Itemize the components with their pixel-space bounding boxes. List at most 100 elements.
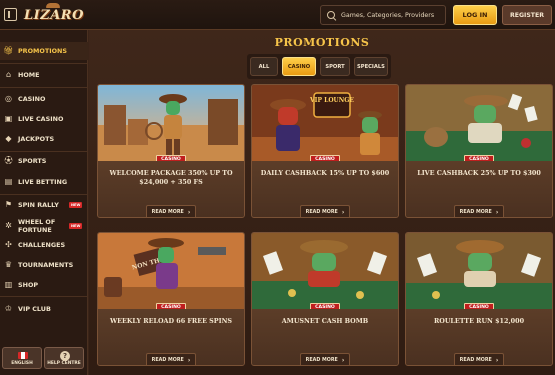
logo-text: LIZARO: [24, 7, 84, 23]
help-centre-button[interactable]: ? HELP CENTRE: [44, 347, 84, 369]
sidebar-item-wheel-of-fortune[interactable]: ✲ WHEEL OF FORTUNE NEW: [0, 215, 88, 237]
search-icon: [327, 10, 336, 20]
promo-card-amusnet-cash-bomb[interactable]: CASINO AMUSNET CASH BOMB READ MORE ›: [251, 232, 399, 366]
divider: [0, 63, 88, 64]
sidebar-item-promotions[interactable]: 🎁︎ PROMOTIONS: [0, 42, 88, 60]
read-more-label: READ MORE: [151, 209, 184, 215]
language-label: ENGLISH: [11, 361, 33, 366]
tab-specials[interactable]: SPECIALS: [354, 57, 388, 76]
tab-all[interactable]: ALL: [250, 57, 278, 76]
promo-card-weekly-reload[interactable]: NON THU CASINO WEEKLY RELOAD 66 FREE SPI…: [97, 232, 245, 366]
chevron-right-icon: ›: [187, 356, 191, 364]
card-title: WEEKLY RELOAD 66 FREE SPINS: [109, 317, 233, 325]
search-box[interactable]: [320, 5, 446, 25]
sidebar-item-label: HOME: [18, 71, 40, 79]
read-more-button[interactable]: READ MORE ›: [300, 353, 350, 365]
chevron-right-icon: ›: [341, 356, 345, 364]
help-label: HELP CENTRE: [47, 361, 81, 366]
card-body: WEEKLY RELOAD 66 FREE SPINS READ MORE ›: [98, 309, 244, 365]
card-body: ROULETTE RUN $12,000 READ MORE ›: [406, 309, 552, 365]
read-more-button[interactable]: READ MORE ›: [300, 205, 350, 217]
wheel-icon: ✲: [5, 221, 12, 230]
card-body: AMUSNET CASH BOMB READ MORE ›: [252, 309, 398, 365]
promo-card-welcome-package[interactable]: CASINO WELCOME PACKAGE 350% UP TO $24,00…: [97, 84, 245, 218]
sidebar-item-label: JACKPOTS: [18, 135, 55, 143]
trophy-icon: ♛: [4, 260, 13, 269]
read-more-button[interactable]: READ MORE ›: [146, 353, 196, 365]
sidebar-item-sports[interactable]: ⚽︎ SPORTS: [0, 152, 88, 170]
chevron-right-icon: ›: [187, 208, 191, 216]
flag-icon: [18, 352, 28, 359]
read-more-button[interactable]: READ MORE ›: [454, 353, 504, 365]
sidebar-item-live-betting[interactable]: ▤ LIVE BETTING: [0, 173, 88, 191]
card-title: DAILY CASHBACK 15% UP TO $600: [260, 169, 390, 177]
sidebar-toggle-icon[interactable]: [4, 8, 17, 21]
card-body: WELCOME PACKAGE 350% UP TO $24,000 + 350…: [98, 161, 244, 217]
language-button[interactable]: ENGLISH: [2, 347, 42, 369]
card-title: ROULETTE RUN $12,000: [433, 317, 525, 325]
casino-chip-icon: ◎: [5, 94, 12, 103]
sidebar-item-jackpots[interactable]: ◆ JACKPOTS: [0, 130, 88, 148]
register-button[interactable]: REGISTER: [502, 5, 552, 25]
card-title: LIVE CASHBACK 25% UP TO $300: [417, 169, 541, 177]
sidebar-item-challenges[interactable]: ✣ CHALLENGES: [0, 236, 88, 254]
jackpot-icon: ◆: [5, 134, 12, 143]
sidebar-item-label: LIVE CASINO: [18, 115, 64, 123]
new-badge: NEW: [69, 202, 83, 208]
sidebar-item-shop[interactable]: ▥ SHOP: [0, 276, 88, 294]
card-sign-text: VIP LOUNGE: [309, 97, 354, 104]
read-more-label: READ MORE: [151, 357, 184, 363]
card-body: LIVE CASHBACK 25% UP TO $300 READ MORE ›: [406, 161, 552, 217]
divider: [0, 87, 88, 88]
filter-tabs: ALL CASINO SPORT SPECIALS: [247, 54, 391, 79]
sidebar-item-label: CHALLENGES: [18, 241, 66, 249]
promo-image: [98, 85, 244, 161]
sidebar-item-label: LIVE BETTING: [18, 178, 68, 186]
sidebar-item-tournaments[interactable]: ♛ TOURNAMENTS: [0, 256, 88, 274]
card-title: AMUSNET CASH BOMB: [281, 317, 369, 325]
page-title: PROMOTIONS: [274, 36, 370, 49]
divider: [0, 296, 88, 297]
sidebar-item-label: PROMOTIONS: [18, 47, 67, 55]
sidebar-item-spin-rally[interactable]: ⚑ SPIN RALLY NEW: [0, 196, 88, 214]
sidebar-item-home[interactable]: ⌂ HOME: [0, 66, 88, 84]
sidebar-item-label: WHEEL OF FORTUNE: [18, 218, 56, 234]
sidebar-item-casino[interactable]: ◎ CASINO: [0, 90, 88, 108]
chevron-right-icon: ›: [341, 208, 345, 216]
promo-image: NON THU: [98, 233, 244, 309]
help-icon: ?: [60, 351, 70, 361]
read-more-label: READ MORE: [459, 357, 492, 363]
sidebar-item-label: SPORTS: [18, 157, 47, 165]
promo-card-roulette-run[interactable]: CASINO ROULETTE RUN $12,000 READ MORE ›: [405, 232, 553, 366]
sidebar-item-label: CASINO: [18, 95, 46, 103]
logo[interactable]: LIZARO: [24, 3, 83, 27]
promo-card-live-cashback[interactable]: CASINO LIVE CASHBACK 25% UP TO $300 READ…: [405, 84, 553, 218]
sports-ball-icon: ⚽︎: [4, 156, 13, 165]
new-badge: NEW: [69, 223, 83, 229]
login-button[interactable]: LOG IN: [453, 5, 497, 25]
read-more-button[interactable]: READ MORE ›: [454, 205, 504, 217]
sidebar-item-live-casino[interactable]: ▣ LIVE CASINO: [0, 110, 88, 128]
sidebar-item-vip-club[interactable]: ♔ VIP CLUB: [0, 300, 88, 318]
tab-sport[interactable]: SPORT: [320, 57, 350, 76]
header: LIZARO LOG IN REGISTER: [0, 0, 555, 30]
live-casino-icon: ▣: [4, 114, 13, 123]
sidebar-item-label: SPIN RALLY: [18, 201, 59, 209]
shop-icon: ▥: [4, 280, 13, 289]
chevron-right-icon: ›: [495, 208, 499, 216]
main-content: PROMOTIONS ALL CASINO SPORT SPECIALS CAS…: [89, 30, 555, 375]
tab-casino[interactable]: CASINO: [282, 57, 316, 76]
live-betting-icon: ▤: [4, 177, 13, 186]
search-input[interactable]: [341, 11, 445, 19]
read-more-button[interactable]: READ MORE ›: [146, 205, 196, 217]
logo-hat-icon: [46, 3, 60, 8]
sidebar-item-label: SHOP: [18, 281, 39, 289]
card-title: WELCOME PACKAGE 350% UP TO $24,000 + 350…: [109, 169, 233, 186]
sidebar-item-label: VIP CLUB: [18, 305, 51, 313]
promo-card-daily-cashback[interactable]: VIP LOUNGE CASINO DAILY CASHBACK 15% UP …: [251, 84, 399, 218]
read-more-label: READ MORE: [305, 357, 338, 363]
vip-crown-icon: ♔: [4, 304, 13, 313]
home-icon: ⌂: [5, 70, 12, 79]
chevron-right-icon: ›: [495, 356, 499, 364]
sidebar-item-label: TOURNAMENTS: [18, 261, 74, 269]
